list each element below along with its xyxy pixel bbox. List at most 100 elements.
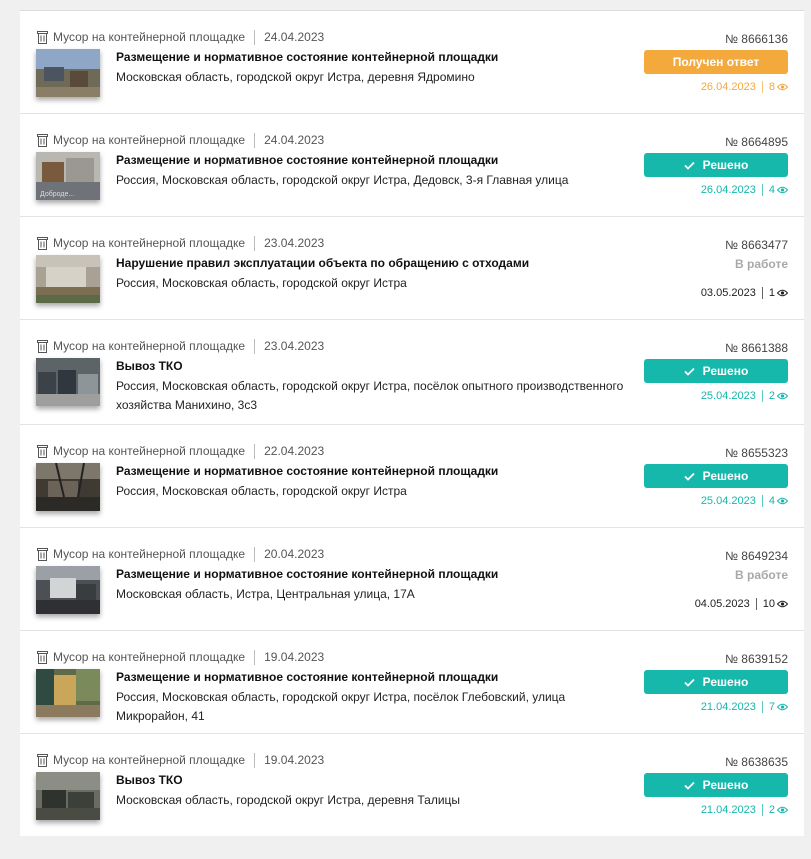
eye-icon <box>777 600 788 608</box>
trash-bin-icon <box>37 340 48 353</box>
check-icon <box>684 781 695 790</box>
appeal-title[interactable]: Размещение и нормативное состояние конте… <box>116 153 498 167</box>
appeal-title[interactable]: Вывоз ТКО <box>116 773 183 787</box>
appeal-number: № 8664895 <box>725 135 788 149</box>
check-icon <box>684 678 695 687</box>
views-count: 2 <box>768 804 775 816</box>
appeal-status-column: № 8661388 Решено 25.04.2023 2 <box>628 320 788 424</box>
appeal-category: Мусор на контейнерной площадке <box>53 30 246 44</box>
answer-date: 04.05.2023 <box>694 598 750 610</box>
appeal-date: 23.04.2023 <box>264 236 325 250</box>
appeal-title[interactable]: Размещение и нормативное состояние конте… <box>116 50 498 64</box>
appeal-photo[interactable] <box>36 463 100 511</box>
trash-bin-icon <box>37 134 48 147</box>
appeal-status-column: № 8666136 Получен ответ 26.04.2023 8 <box>628 11 788 113</box>
appeal-number: № 8655323 <box>725 446 788 460</box>
appeal-photo[interactable] <box>36 255 100 303</box>
appeal-meta: Мусор на контейнерной площадке 24.04.202… <box>37 29 324 45</box>
appeal-status-column: № 8655323 Решено 25.04.2023 4 <box>628 425 788 527</box>
appeal-date: 22.04.2023 <box>264 444 325 458</box>
answer-date: 26.04.2023 <box>700 184 756 196</box>
appeal-photo[interactable] <box>36 669 100 717</box>
appeal-title[interactable]: Размещение и нормативное состояние конте… <box>116 670 498 684</box>
appeal-title[interactable]: Вывоз ТКО <box>116 359 183 373</box>
appeal-photo[interactable] <box>36 49 100 97</box>
appeal-meta: Мусор на контейнерной площадке 23.04.202… <box>37 338 324 354</box>
eye-icon <box>777 497 788 505</box>
appeal-date: 24.04.2023 <box>264 30 325 44</box>
appeal-address: Россия, Московская область, городской ок… <box>116 484 407 498</box>
check-icon <box>684 472 695 481</box>
appeal-footer: 25.04.2023 4 <box>701 495 788 507</box>
appeal-footer: 21.04.2023 7 <box>701 701 788 713</box>
eye-icon <box>777 186 788 194</box>
answer-date: 25.04.2023 <box>700 495 756 507</box>
status-badge-solved[interactable]: Решено <box>644 359 788 383</box>
status-label: Решено <box>702 364 749 378</box>
appeal-card[interactable]: Мусор на контейнерной площадке 19.04.202… <box>20 733 804 836</box>
appeal-status-column: № 8638635 Решено 21.04.2023 2 <box>628 734 788 836</box>
views-count: 2 <box>768 390 775 402</box>
meta-divider <box>254 546 256 562</box>
status-badge-solved[interactable]: Решено <box>644 670 788 694</box>
appeal-footer: 04.05.2023 10 <box>695 598 788 610</box>
answer-date: 26.04.2023 <box>700 81 756 93</box>
appeal-card[interactable]: Мусор на контейнерной площадке 20.04.202… <box>20 527 804 630</box>
appeal-address: Россия, Московская область, городской ок… <box>116 690 566 723</box>
appeal-title[interactable]: Размещение и нормативное состояние конте… <box>116 567 498 581</box>
appeal-photo[interactable] <box>36 566 100 614</box>
appeal-meta: Мусор на контейнерной площадке 24.04.202… <box>37 132 324 148</box>
appeal-card[interactable]: Мусор на контейнерной площадке 22.04.202… <box>20 424 804 527</box>
appeal-category: Мусор на контейнерной площадке <box>53 650 246 664</box>
views-count: 1 <box>768 287 775 299</box>
meta-divider <box>254 752 256 768</box>
status-badge-answered[interactable]: Получен ответ <box>644 50 788 74</box>
appeal-date: 24.04.2023 <box>264 133 325 147</box>
appeal-date: 20.04.2023 <box>264 547 325 561</box>
appeal-card[interactable]: Мусор на контейнерной площадке 24.04.202… <box>20 10 804 113</box>
appeal-status-column: № 8664895 Решено 26.04.2023 4 <box>628 114 788 216</box>
appeal-card[interactable]: Мусор на контейнерной площадке 23.04.202… <box>20 216 804 319</box>
answer-date: 21.04.2023 <box>700 804 756 816</box>
appeal-photo[interactable] <box>36 358 100 406</box>
appeal-date: 19.04.2023 <box>264 753 325 767</box>
appeal-category: Мусор на контейнерной площадке <box>53 339 246 353</box>
trash-bin-icon <box>37 651 48 664</box>
views-count: 4 <box>768 495 775 507</box>
appeal-category: Мусор на контейнерной площадке <box>53 444 246 458</box>
appeal-card[interactable]: Мусор на контейнерной площадке 24.04.202… <box>20 113 804 216</box>
check-icon <box>684 367 695 376</box>
footer-divider <box>761 287 763 299</box>
appeal-footer: 26.04.2023 8 <box>701 81 788 93</box>
appeal-title[interactable]: Нарушение правил эксплуатации объекта по… <box>116 256 529 270</box>
footer-divider <box>755 598 757 610</box>
appeal-number: № 8663477 <box>725 238 788 252</box>
appeal-card[interactable]: Мусор на контейнерной площадке 19.04.202… <box>20 630 804 733</box>
page-top-strip <box>0 0 811 10</box>
views-count: 4 <box>768 184 775 196</box>
status-label: Получен ответ <box>672 55 760 69</box>
status-badge-solved[interactable]: Решено <box>644 153 788 177</box>
footer-divider <box>761 81 763 93</box>
appeal-photo[interactable] <box>36 772 100 820</box>
appeal-card[interactable]: Мусор на контейнерной площадке 23.04.202… <box>20 319 804 424</box>
status-badge-solved[interactable]: Решено <box>644 464 788 488</box>
appeal-title[interactable]: Размещение и нормативное состояние конте… <box>116 464 498 478</box>
trash-bin-icon <box>37 237 48 250</box>
appeal-photo[interactable]: Доброде... <box>36 152 100 200</box>
appeal-status-column: № 8663477 В работе 03.05.2023 1 <box>628 217 788 319</box>
check-icon <box>684 161 695 170</box>
eye-icon <box>777 289 788 297</box>
eye-icon <box>777 392 788 400</box>
appeal-number: № 8639152 <box>725 652 788 666</box>
meta-divider <box>254 132 256 148</box>
status-badge-solved[interactable]: Решено <box>644 773 788 797</box>
views-count: 7 <box>768 701 775 713</box>
meta-divider <box>254 649 256 665</box>
appeal-meta: Мусор на контейнерной площадке 23.04.202… <box>37 235 324 251</box>
appeal-address: Московская область, городской округ Истр… <box>116 70 475 84</box>
trash-bin-icon <box>37 548 48 561</box>
appeal-category: Мусор на контейнерной площадке <box>53 236 246 250</box>
appeals-list: Мусор на контейнерной площадке 24.04.202… <box>20 10 804 836</box>
views-count: 10 <box>762 598 775 610</box>
